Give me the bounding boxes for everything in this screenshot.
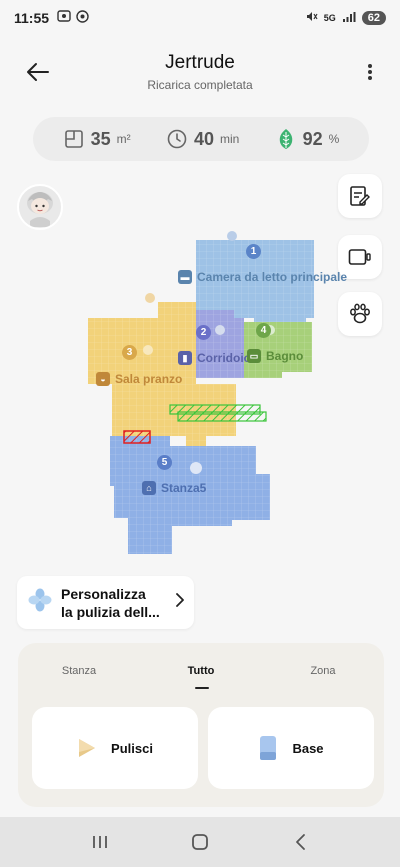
room-label-corridoio[interactable]: ▮ Corridoio <box>178 351 251 365</box>
nav-back-button[interactable] <box>280 827 320 857</box>
device-status: Ricarica completata <box>147 78 253 92</box>
room-label-sala-pranzo[interactable]: ◒ Sala pranzo <box>96 372 182 386</box>
status-time: 11:55 <box>14 10 50 26</box>
clean-label: Pulisci <box>111 740 153 756</box>
battery-stat: 92 % <box>275 128 340 150</box>
clock-icon <box>166 128 188 150</box>
time-stat: 40 min <box>166 128 239 150</box>
at-icon <box>76 10 89 26</box>
area-value: 35 <box>90 128 111 149</box>
base-station-icon <box>260 736 277 760</box>
active-tab-indicator <box>195 687 209 689</box>
house-icon: ⌂ <box>142 481 156 495</box>
header: Jertrude Ricarica completata <box>0 48 400 98</box>
recents-button[interactable] <box>80 827 120 857</box>
battery-value: 92 <box>302 128 323 149</box>
tab-tutto[interactable]: Tutto <box>140 665 262 677</box>
battery-leaf-icon <box>275 128 297 150</box>
home-button[interactable] <box>180 827 220 857</box>
play-icon <box>79 739 96 757</box>
time-unit: min <box>220 132 240 146</box>
robot-avatar[interactable] <box>17 184 63 230</box>
mode-tabs: Stanza Tutto Zona <box>18 665 384 677</box>
back-button[interactable] <box>22 56 54 88</box>
signal-icon <box>342 11 356 26</box>
area-icon <box>63 128 85 150</box>
video-icon <box>348 249 371 265</box>
paw-icon <box>350 303 370 324</box>
no-go-zone[interactable] <box>123 430 151 444</box>
room-3-number: 3 <box>122 345 137 360</box>
system-nav-bar <box>0 817 400 867</box>
arrow-left-icon <box>27 63 49 81</box>
virtual-wall-2[interactable] <box>177 411 267 422</box>
map-marker-icon <box>190 462 202 474</box>
customize-clover-icon <box>27 587 53 618</box>
network-type: 5G <box>323 13 336 23</box>
recents-icon <box>93 836 107 848</box>
time-value: 40 <box>193 128 214 149</box>
edit-map-icon <box>350 186 370 206</box>
area-unit: m² <box>116 132 131 146</box>
edit-map-button[interactable] <box>338 174 382 218</box>
area-stat: 35 m² <box>63 128 131 150</box>
avatar-character-icon <box>27 192 53 227</box>
map-marker-icon <box>145 293 155 303</box>
battery-unit: % <box>328 132 340 146</box>
bed-icon: ▬ <box>178 270 192 284</box>
door-icon: ▮ <box>178 351 192 365</box>
mute-icon <box>305 10 318 26</box>
room-label-stanza5[interactable]: ⌂ Stanza5 <box>142 481 206 495</box>
room-2-area[interactable] <box>196 310 244 378</box>
room-2-number: 2 <box>196 325 211 340</box>
tab-zona[interactable]: Zona <box>262 665 384 677</box>
room-1-number: 1 <box>246 244 261 259</box>
cleaning-map[interactable]: 1 2 3 4 5 ▬ Camera da letto principale ▮… <box>80 230 350 560</box>
status-bar: 11:55 5G 62 <box>0 0 400 36</box>
room-label-bagno[interactable]: ▭ Bagno <box>247 349 303 363</box>
base-label: Base <box>292 740 324 756</box>
customize-cleaning-card[interactable]: Personalizza la pulizia dell... <box>17 576 194 629</box>
map-marker-icon <box>143 345 153 355</box>
home-icon <box>192 834 208 850</box>
page-title: Jertrude <box>165 52 235 73</box>
room-label-camera[interactable]: ▬ Camera da letto principale <box>178 270 347 284</box>
tab-stanza[interactable]: Stanza <box>18 665 140 677</box>
screenshot-icon <box>57 10 71 26</box>
more-vertical-icon <box>368 64 372 80</box>
base-button[interactable]: Base <box>208 707 374 789</box>
customize-line-2: la pulizia dell... <box>61 603 160 620</box>
room-5-number: 5 <box>157 455 172 470</box>
more-menu-button[interactable] <box>358 56 382 88</box>
dining-icon: ◒ <box>96 372 110 386</box>
clean-button[interactable]: Pulisci <box>32 707 198 789</box>
control-panel: Stanza Tutto Zona Pulisci Base <box>18 643 384 807</box>
bath-icon: ▭ <box>247 349 261 363</box>
battery-icon: 62 <box>361 11 386 25</box>
customize-line-1: Personalizza <box>61 585 146 602</box>
map-marker-icon <box>227 231 237 241</box>
room-4-number: 4 <box>256 323 271 338</box>
chevron-right-icon <box>176 593 184 612</box>
nav-back-icon <box>296 834 305 850</box>
map-marker-icon <box>215 325 225 335</box>
stats-card: 35 m² 40 min 92 % <box>33 117 369 161</box>
room-5-area[interactable] <box>110 436 270 554</box>
